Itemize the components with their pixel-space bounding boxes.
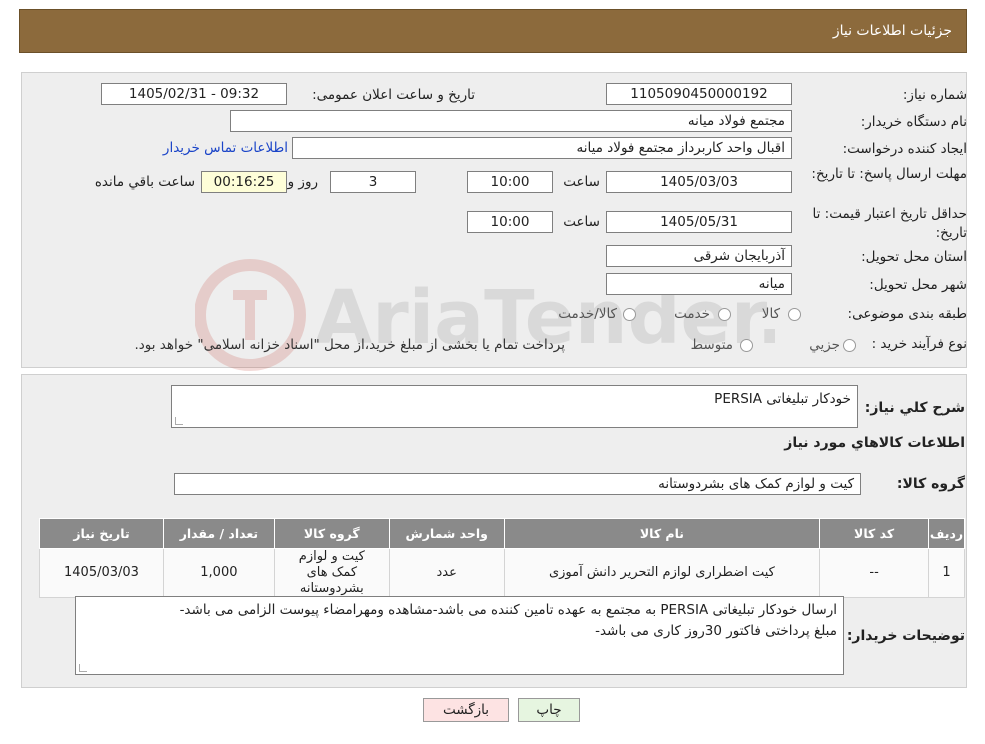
category-radio-goods-service[interactable] (623, 308, 636, 321)
process-type-label: نوع فرآیند خرید : (871, 336, 967, 352)
category-radio-service[interactable] (718, 308, 731, 321)
goods-info-title: اطلاعات كالاهاي مورد نياز (784, 435, 965, 451)
validity-date-field: 1405/05/31 (606, 211, 792, 233)
payment-note: پرداخت تمام یا بخشی از مبلغ خرید،از محل … (134, 337, 565, 353)
description-label: شرح كلي نياز: (864, 400, 965, 416)
cell-row: 1 (928, 548, 965, 598)
buyer-notes-field: ارسال خودکار تبلیغاتی PERSIA به مجتمع به… (75, 596, 844, 675)
announce-label: تاریخ و ساعت اعلان عمومی: (312, 87, 475, 103)
creator-field: اقبال واحد کاربرداز مجتمع فولاد میانه (292, 137, 792, 159)
col-qty: تعداد / مقدار (162, 518, 275, 549)
col-row: رديف (928, 518, 965, 549)
category-option-service: خدمت (674, 306, 710, 322)
buyer-name-field: مجتمع فولاد میانه (230, 110, 792, 132)
page-header: جزئیات اطلاعات نیاز (19, 9, 967, 53)
buyer-contact-link[interactable]: اطلاعات تماس خریدار (163, 140, 288, 156)
process-option-medium: متوسط (690, 337, 733, 353)
col-code: كد كالا (819, 518, 930, 549)
deadline-time-label: ساعت (563, 174, 600, 190)
validity-label: حداقل تاریخ اعتبار قیمت: تا تاریخ: (812, 206, 967, 241)
description-text: خودکار تبلیغاتی PERSIA (714, 391, 851, 407)
cell-code: -- (819, 548, 930, 598)
deadline-label: مهلت ارسال پاسخ: تا تاریخ: (811, 166, 967, 182)
cell-name: کیت اضطراری لوازم التحریر دانش آموزی (503, 548, 821, 598)
process-radio-medium[interactable] (740, 339, 753, 352)
remaining-label: ساعت باقي مانده (94, 174, 195, 190)
col-group: گروه كالا (273, 518, 390, 549)
city-label: شهر محل تحویل: (869, 277, 967, 293)
col-unit: واحد شمارش (388, 518, 505, 549)
goods-group-field: کیت و لوازم کمک های بشردوستانه (174, 473, 861, 495)
deadline-time-field: 10:00 (467, 171, 553, 193)
buyer-notes-line-1: ارسال خودکار تبلیغاتی PERSIA به مجتمع به… (179, 602, 837, 618)
category-radio-goods[interactable] (788, 308, 801, 321)
page-title: جزئیات اطلاعات نیاز (832, 23, 952, 39)
goods-group-label: گروه كالا: (896, 476, 965, 492)
province-field: آذربایجان شرقی (606, 245, 792, 267)
print-button[interactable]: چاپ (518, 698, 580, 722)
validity-time-label: ساعت (563, 214, 600, 230)
cell-unit: عدد (388, 548, 505, 598)
process-radio-minor[interactable] (843, 339, 856, 352)
resize-grip-icon[interactable] (175, 417, 183, 425)
need-number-label: شماره نیاز: (902, 87, 967, 103)
category-option-goods: کالا (761, 306, 780, 322)
cell-qty: 1,000 (162, 548, 275, 598)
resize-grip-icon[interactable] (79, 664, 87, 672)
cell-date: 1405/03/03 (39, 548, 164, 598)
description-field: خودکار تبلیغاتی PERSIA (171, 385, 858, 428)
announce-datetime-field: 1405/02/31 - 09:32 (101, 83, 287, 105)
col-name: نام كالا (503, 518, 821, 549)
validity-time-field: 10:00 (467, 211, 553, 233)
cell-group: کیت و لوازم کمک های بشردوستانه (273, 548, 390, 598)
back-button[interactable]: بازگشت (423, 698, 509, 722)
city-field: میانه (606, 273, 792, 295)
creator-label: ایجاد کننده درخواست: (842, 141, 967, 157)
items-table: رديف كد كالا نام كالا واحد شمارش گروه كا… (39, 518, 965, 598)
need-number-field: 1105090450000192 (606, 83, 792, 105)
category-label: طبقه بندی موضوعی: (847, 306, 967, 322)
category-option-goods-service: کالا/خدمت (558, 306, 617, 322)
province-label: استان محل تحویل: (861, 249, 967, 265)
buyer-label: نام دستگاه خریدار: (860, 114, 967, 130)
process-option-minor: جزیي (809, 337, 840, 353)
days-label: روز و (287, 174, 318, 190)
col-date: تاريخ نياز (39, 518, 164, 549)
items-table-header: رديف كد كالا نام كالا واحد شمارش گروه كا… (39, 518, 965, 549)
remaining-time-field: 00:16:25 (201, 171, 287, 193)
deadline-date-field: 1405/03/03 (606, 171, 792, 193)
days-field: 3 (330, 171, 416, 193)
table-row: 1 -- کیت اضطراری لوازم التحریر دانش آموز… (39, 548, 965, 598)
buyer-notes-label: توضیحات خریدار: (846, 628, 965, 644)
buyer-notes-line-2: مبلغ پرداختی فاکتور 30روز کاری می باشد- (595, 623, 837, 639)
